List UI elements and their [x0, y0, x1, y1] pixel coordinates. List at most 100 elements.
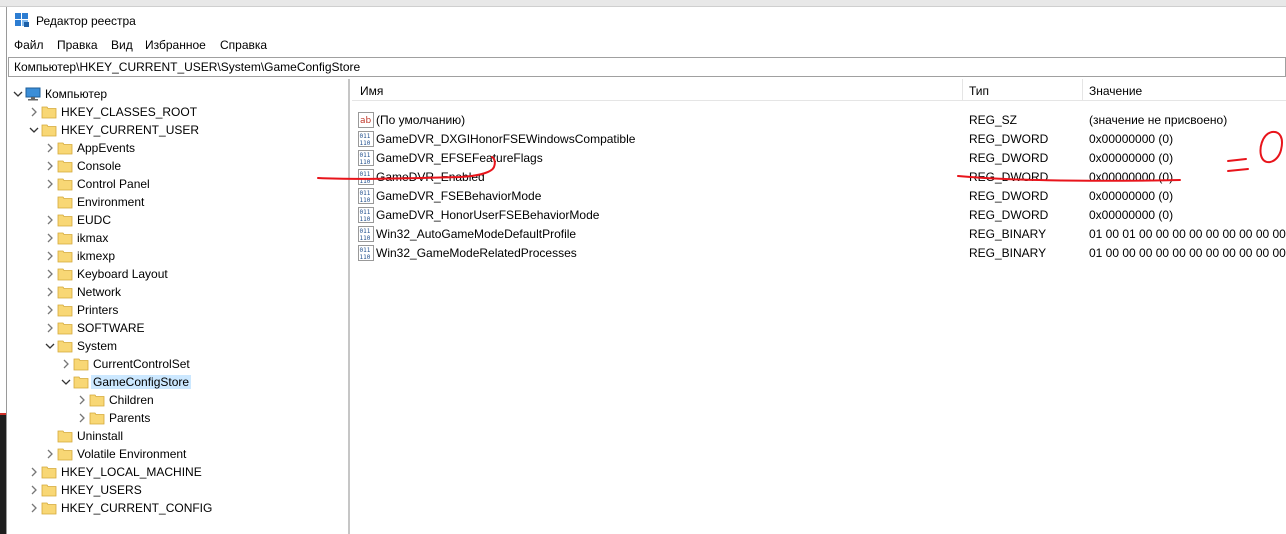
svg-text:110: 110	[360, 178, 371, 185]
chevron-right-icon[interactable]	[45, 323, 55, 333]
value-row[interactable]: 011 110 GameDVR_HonorUserFSEBehaviorMode RE…	[352, 205, 1286, 224]
column-separator[interactable]	[962, 79, 963, 101]
chevron-right-icon[interactable]	[45, 161, 55, 171]
folder-icon	[57, 214, 73, 227]
tree-item[interactable]: Компьютер	[8, 85, 348, 103]
svg-text:011: 011	[360, 209, 371, 216]
value-name-cell: GameDVR_EFSEFeatureFlags	[376, 151, 543, 165]
chevron-down-icon[interactable]	[29, 125, 39, 135]
binary-value-icon: 011110	[358, 150, 374, 166]
chevron-right-icon[interactable]	[29, 503, 39, 513]
chevron-right-icon[interactable]	[29, 467, 39, 477]
value-data-cell: 01 00 01 00 00 00 00 00 00 00 00 00 00 0…	[1089, 227, 1286, 241]
chevron-right-icon[interactable]	[45, 449, 55, 459]
folder-icon	[57, 430, 73, 443]
values-list-pane[interactable]: Имя Тип Значение ab (По умолчанию) REG_SZ (…	[352, 79, 1286, 534]
value-row[interactable]: ab (По умолчанию) REG_SZ (значение не присв…	[352, 110, 1286, 129]
tree-item[interactable]: AppEvents	[8, 139, 348, 157]
tree-item[interactable]: HKEY_USERS	[8, 481, 348, 499]
tree-item[interactable]: System	[8, 337, 348, 355]
chevron-right-icon[interactable]	[45, 143, 55, 153]
value-type-cell: REG_DWORD	[969, 151, 1049, 165]
chevron-down-icon[interactable]	[45, 341, 55, 351]
value-row[interactable]: 011 110 GameDVR_Enabled REG_DWORD 0x00000000…	[352, 167, 1286, 186]
address-bar[interactable]: Компьютер\HKEY_CURRENT_USER\System\GameC…	[8, 57, 1286, 77]
folder-icon	[57, 178, 73, 191]
chevron-right-icon[interactable]	[29, 107, 39, 117]
tree-item[interactable]: HKEY_CLASSES_ROOT	[8, 103, 348, 121]
list-header: Имя Тип Значение	[352, 79, 1286, 101]
folder-icon	[73, 376, 89, 389]
chevron-right-icon[interactable]	[45, 251, 55, 261]
chevron-right-icon[interactable]	[77, 395, 87, 405]
tree-item[interactable]: GameConfigStore	[8, 373, 348, 391]
tree-item[interactable]: Control Panel	[8, 175, 348, 193]
menu-edit[interactable]: Правка	[57, 38, 98, 52]
chevron-right-icon[interactable]	[45, 287, 55, 297]
tree-item[interactable]: HKEY_LOCAL_MACHINE	[8, 463, 348, 481]
chevron-right-icon[interactable]	[61, 359, 71, 369]
folder-icon	[57, 142, 73, 155]
chevron-right-icon[interactable]	[45, 269, 55, 279]
column-separator[interactable]	[1082, 79, 1083, 101]
menu-favorites[interactable]: Избранное	[145, 38, 206, 52]
binary-value-icon: 011110	[358, 207, 374, 223]
address-path: Компьютер\HKEY_CURRENT_USER\System\GameC…	[14, 60, 361, 74]
chevron-down-icon[interactable]	[61, 377, 71, 387]
chevron-down-icon[interactable]	[13, 89, 23, 99]
tree-item[interactable]: ikmax	[8, 229, 348, 247]
computer-icon	[25, 87, 41, 101]
title-bar[interactable]: Редактор реестра	[7, 7, 1286, 35]
key-tree-pane[interactable]: Компьютер HKEY_CLASSES_ROOT HKEY_CURRENT_U…	[8, 79, 350, 534]
tree-item[interactable]: HKEY_CURRENT_CONFIG	[8, 499, 348, 517]
svg-text:110: 110	[360, 140, 371, 147]
svg-text:011: 011	[360, 171, 371, 178]
folder-icon	[89, 394, 105, 407]
tree-item[interactable]: Printers	[8, 301, 348, 319]
chevron-right-icon[interactable]	[77, 413, 87, 423]
tree-item[interactable]: Children	[8, 391, 348, 409]
tree-item[interactable]: SOFTWARE	[8, 319, 348, 337]
value-row[interactable]: 011 110 GameDVR_EFSEFeatureFlags REG_DWORD 0…	[352, 148, 1286, 167]
tree-item[interactable]: Console	[8, 157, 348, 175]
menu-file[interactable]: Файл	[14, 38, 44, 52]
tree-item[interactable]: Parents	[8, 409, 348, 427]
tree-item[interactable]: EUDC	[8, 211, 348, 229]
chevron-right-icon[interactable]	[29, 485, 39, 495]
value-row[interactable]: 011 110 GameDVR_DXGIHonorFSEWindowsCompati…	[352, 129, 1286, 148]
chevron-right-icon[interactable]	[45, 305, 55, 315]
tree-item[interactable]: Environment	[8, 193, 348, 211]
column-header-name[interactable]: Имя	[360, 84, 383, 98]
menu-view[interactable]: Вид	[111, 38, 133, 52]
value-name-cell: GameDVR_DXGIHonorFSEWindowsCompatible	[376, 132, 636, 146]
chevron-right-icon[interactable]	[45, 233, 55, 243]
menu-help[interactable]: Справка	[220, 38, 267, 52]
column-header-type[interactable]: Тип	[969, 84, 989, 98]
value-type-cell: REG_SZ	[969, 113, 1018, 127]
folder-icon	[41, 484, 57, 497]
folder-icon	[57, 268, 73, 281]
tree-item[interactable]: ikmexp	[8, 247, 348, 265]
chevron-right-icon[interactable]	[45, 179, 55, 189]
svg-text:ab: ab	[360, 116, 372, 126]
value-row[interactable]: 011 110 Win32_AutoGameModeDefaultProfile RE…	[352, 224, 1286, 243]
tree-item-label: Uninstall	[77, 429, 124, 443]
tree-item[interactable]: Keyboard Layout	[8, 265, 348, 283]
tree-item[interactable]: Volatile Environment	[8, 445, 348, 463]
value-row[interactable]: 011 110 Win32_GameModeRelatedProcesses REG_…	[352, 243, 1286, 262]
svg-text:110: 110	[360, 216, 371, 223]
svg-text:110: 110	[360, 235, 371, 242]
tree-item[interactable]: HKEY_CURRENT_USER	[8, 121, 348, 139]
tree-item[interactable]: CurrentControlSet	[8, 355, 348, 373]
tree-item-label: System	[77, 339, 118, 353]
svg-text:011: 011	[360, 190, 371, 197]
value-name-cell: (По умолчанию)	[376, 113, 466, 127]
tree-item[interactable]: Network	[8, 283, 348, 301]
column-header-data[interactable]: Значение	[1089, 84, 1142, 98]
tree-item-label: Network	[77, 285, 122, 299]
binary-value-icon: 011110	[358, 226, 374, 242]
tree-item[interactable]: Uninstall	[8, 427, 348, 445]
chevron-right-icon[interactable]	[45, 215, 55, 225]
value-row[interactable]: 011 110 GameDVR_FSEBehaviorMode REG_DWORD 0x…	[352, 186, 1286, 205]
folder-icon	[57, 286, 73, 299]
